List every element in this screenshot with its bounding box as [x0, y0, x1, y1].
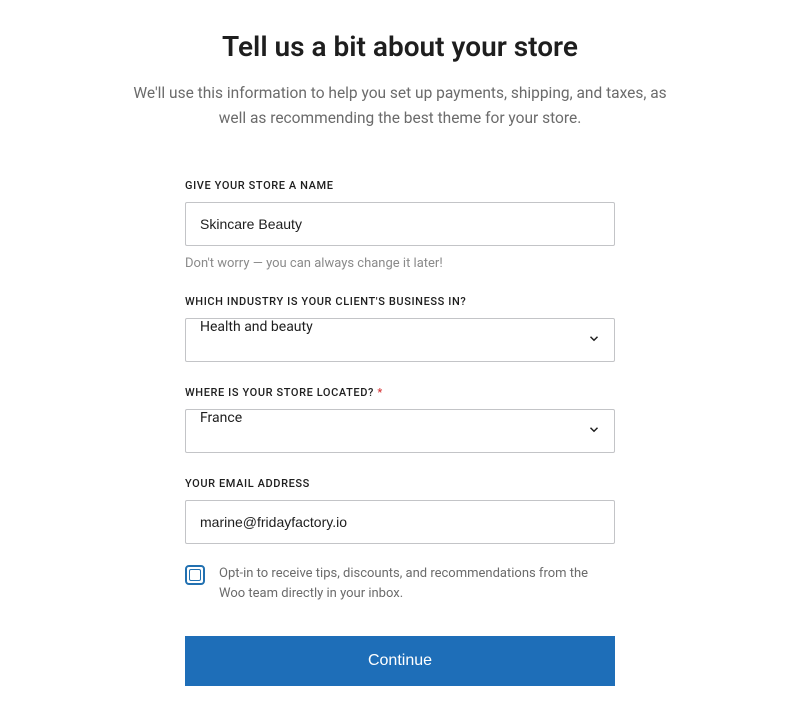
store-name-field-group: GIVE YOUR STORE A NAME Don't worry — you… — [185, 179, 615, 271]
location-label: WHERE IS YOUR STORE LOCATED? * — [185, 386, 615, 399]
location-select[interactable]: France — [185, 409, 615, 453]
store-name-input[interactable] — [185, 202, 615, 246]
page-subtitle: We'll use this information to help you s… — [120, 81, 680, 131]
optin-label: Opt-in to receive tips, discounts, and r… — [219, 564, 615, 604]
email-input[interactable] — [185, 500, 615, 544]
location-label-text: WHERE IS YOUR STORE LOCATED? — [185, 386, 374, 399]
industry-field-group: WHICH INDUSTRY IS YOUR CLIENT'S BUSINESS… — [185, 295, 615, 362]
store-name-label: GIVE YOUR STORE A NAME — [185, 179, 615, 192]
optin-checkbox[interactable] — [185, 565, 205, 585]
optin-row: Opt-in to receive tips, discounts, and r… — [185, 564, 615, 604]
email-label: YOUR EMAIL ADDRESS — [185, 477, 615, 490]
required-marker: * — [377, 386, 382, 399]
industry-select[interactable]: Health and beauty — [185, 318, 615, 362]
email-field-group: YOUR EMAIL ADDRESS — [185, 477, 615, 544]
store-name-helper: Don't worry — you can always change it l… — [185, 256, 615, 271]
page-title: Tell us a bit about your store — [222, 30, 578, 63]
store-setup-form: GIVE YOUR STORE A NAME Don't worry — you… — [185, 179, 615, 686]
industry-label: WHICH INDUSTRY IS YOUR CLIENT'S BUSINESS… — [185, 295, 615, 308]
location-field-group: WHERE IS YOUR STORE LOCATED? * France — [185, 386, 615, 453]
continue-button[interactable]: Continue — [185, 636, 615, 686]
